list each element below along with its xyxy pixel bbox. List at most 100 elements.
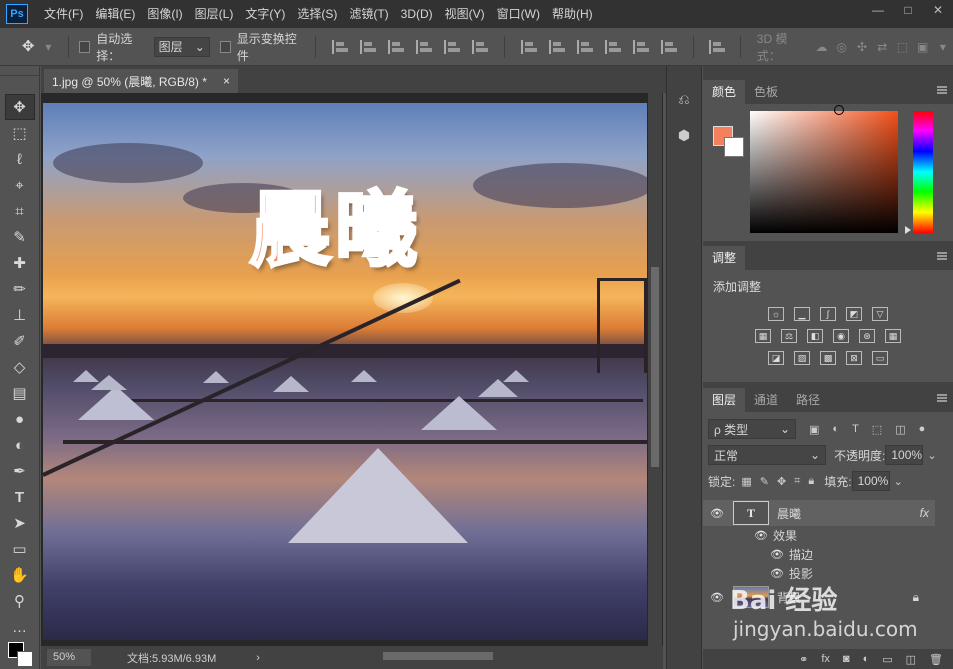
scale-3d-icon[interactable]: ⬚	[895, 40, 909, 54]
history-panel-icon[interactable]: ⎌	[671, 86, 697, 112]
distribute-top-icon[interactable]	[520, 39, 537, 54]
more-tools-icon[interactable]: …	[5, 614, 35, 640]
distribute-left-icon[interactable]	[604, 39, 621, 54]
brightness-icon[interactable]: ☼	[768, 307, 784, 321]
color-lookup-icon[interactable]: ▦	[885, 329, 901, 343]
blur-tool-icon[interactable]: ●	[5, 406, 35, 432]
align-bottom-icon[interactable]	[387, 39, 404, 54]
eye-icon[interactable]: 👁︎	[769, 548, 785, 561]
hand-tool-icon[interactable]: ✋	[5, 562, 35, 588]
color-swatches[interactable]	[8, 642, 34, 668]
lock-all-icon[interactable]: 🔒︎	[808, 475, 814, 488]
fill-input[interactable]: 100%	[851, 471, 890, 491]
history-brush-icon[interactable]: ✐	[5, 328, 35, 354]
tab-layers[interactable]: 图层	[703, 388, 746, 412]
marquee-tool-icon[interactable]: ⬚	[5, 120, 35, 146]
rectangle-tool-icon[interactable]: ▭	[5, 536, 35, 562]
rotate-3d-icon[interactable]: ☁	[814, 40, 828, 54]
link-layers-icon[interactable]: ⚭	[799, 653, 808, 666]
clone-stamp-icon[interactable]: ⊥	[5, 302, 35, 328]
color-fg-bg[interactable]	[713, 126, 745, 158]
color-picker-cursor[interactable]	[834, 105, 844, 115]
filter-pixel-icon[interactable]: ▣	[809, 423, 819, 436]
menu-select[interactable]: 选择(S)	[291, 0, 343, 28]
curves-icon[interactable]: ∫	[820, 307, 836, 321]
gradient-tool-icon[interactable]: ▤	[5, 380, 35, 406]
tab-swatches[interactable]: 色板	[745, 80, 787, 104]
vibrance-icon[interactable]: ▽	[872, 307, 888, 321]
filter-smart-icon[interactable]: ◫	[895, 423, 905, 436]
effect-shadow-row[interactable]: 👁︎ 投影	[703, 564, 935, 583]
opacity-input[interactable]: 100%	[885, 445, 924, 465]
3d-panel-icon[interactable]: ⬢	[671, 122, 697, 148]
toolbar-grip[interactable]	[0, 66, 39, 76]
effect-stroke-row[interactable]: 👁︎ 描边	[703, 545, 935, 564]
auto-select-dropdown[interactable]: 图层 ⌄	[153, 36, 210, 57]
tab-adjustments[interactable]: 调整	[703, 246, 746, 270]
align-left-icon[interactable]	[415, 39, 432, 54]
close-icon[interactable]: ×	[223, 74, 230, 88]
add-mask-icon[interactable]: ◙	[843, 653, 850, 665]
document-tab[interactable]: 1.jpg @ 50% (晨曦, RGB/8) * ×	[44, 69, 238, 93]
dodge-tool-icon[interactable]: ◐	[5, 432, 35, 458]
layer-kind-filter[interactable]: ρ 类型 ⌄	[708, 419, 796, 439]
zoom-tool-icon[interactable]: ⚲	[5, 588, 35, 614]
close-icon[interactable]: ✕	[924, 0, 952, 20]
menu-image[interactable]: 图像(I)	[141, 0, 188, 28]
selective-color-icon[interactable]: ⊠	[846, 351, 862, 365]
filter-toggle-icon[interactable]: ●	[919, 423, 926, 435]
canvas-text[interactable]: 晨曦	[247, 163, 421, 282]
layer-name[interactable]: 背景	[777, 589, 801, 606]
quick-select-tool-icon[interactable]: ⌖	[5, 172, 35, 198]
tab-paths[interactable]: 路径	[787, 388, 829, 412]
black-white-icon[interactable]: ◧	[807, 329, 823, 343]
zoom-level[interactable]: 50%	[47, 649, 91, 666]
background-swatch[interactable]	[724, 137, 744, 157]
eyedropper-tool-icon[interactable]: ✎	[5, 224, 35, 250]
auto-align-icon[interactable]	[709, 39, 726, 54]
type-tool-icon[interactable]: T	[5, 484, 35, 510]
scrollbar-thumb[interactable]	[651, 267, 659, 467]
menu-3d[interactable]: 3D(D)	[395, 0, 439, 28]
channel-mixer-icon[interactable]: ⊛	[859, 329, 875, 343]
lock-transparent-icon[interactable]: ▦	[741, 475, 751, 488]
distribute-hcenter-icon[interactable]	[632, 39, 649, 54]
filter-adjust-icon[interactable]: ◐	[832, 423, 839, 435]
chevron-down-icon[interactable]: ⌄	[894, 475, 903, 488]
new-adjustment-icon[interactable]: ◐	[863, 653, 870, 665]
tab-color[interactable]: 颜色	[703, 80, 746, 104]
eye-icon[interactable]: 👁︎	[769, 567, 785, 580]
move-tool-icon[interactable]: ✥	[4, 94, 35, 120]
eye-icon[interactable]: 👁︎	[753, 529, 769, 542]
menu-type[interactable]: 文字(Y)	[239, 0, 291, 28]
new-group-icon[interactable]: ▭	[882, 653, 892, 666]
tab-channels[interactable]: 通道	[745, 388, 787, 412]
workspace-icon[interactable]: ▣	[916, 40, 930, 54]
distribute-bottom-icon[interactable]	[576, 39, 593, 54]
panel-menu-icon[interactable]	[937, 394, 947, 402]
photo-filter-icon[interactable]: ◉	[833, 329, 849, 343]
gradient-map-icon[interactable]: ▭	[872, 351, 888, 365]
brush-tool-icon[interactable]: ✏	[5, 276, 35, 302]
filter-type-icon[interactable]: T	[852, 423, 859, 435]
show-transform-checkbox[interactable]	[219, 40, 231, 53]
threshold-icon[interactable]: ▩	[820, 351, 836, 365]
chevron-down-icon[interactable]: ⌄	[927, 449, 936, 462]
chevron-down-icon[interactable]: ▾	[936, 40, 950, 54]
align-right-icon[interactable]	[471, 39, 488, 54]
align-hcenter-icon[interactable]	[443, 39, 460, 54]
invert-icon[interactable]: ◪	[768, 351, 784, 365]
pen-tool-icon[interactable]: ✒	[5, 458, 35, 484]
panel-menu-icon[interactable]	[937, 252, 947, 260]
maximize-icon[interactable]: □	[894, 0, 922, 20]
color-balance-icon[interactable]: ⚖	[781, 329, 797, 343]
align-vcenter-icon[interactable]	[359, 39, 376, 54]
scrollbar-thumb[interactable]	[383, 652, 493, 660]
hue-slider[interactable]	[913, 111, 933, 233]
levels-icon[interactable]: ▁	[794, 307, 810, 321]
hue-slider-handle[interactable]	[905, 226, 911, 234]
menu-help[interactable]: 帮助(H)	[546, 0, 599, 28]
exposure-icon[interactable]: ◩	[846, 307, 862, 321]
layer-row-text[interactable]: 👁︎ T 晨曦 fx	[703, 500, 935, 526]
minimize-icon[interactable]: —	[864, 0, 892, 20]
